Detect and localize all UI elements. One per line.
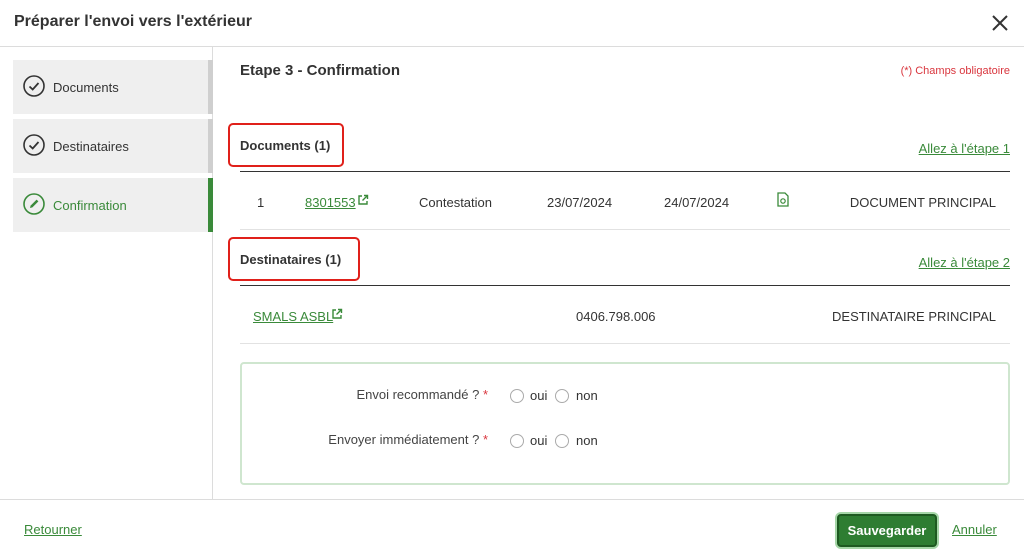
- documents-section-header: Documents (1) Allez à l'étape 1: [228, 123, 1010, 172]
- pencil-circle-icon: [23, 193, 45, 215]
- document-icon[interactable]: [777, 192, 789, 207]
- recipient-row: SMALS ASBL 0406.798.006 DESTINATAIRE PRI…: [240, 287, 1010, 344]
- save-button[interactable]: Sauvegarder: [837, 514, 937, 547]
- back-link[interactable]: Retourner: [24, 522, 82, 537]
- registered-no-label[interactable]: non: [576, 388, 598, 403]
- step-documents[interactable]: Documents: [13, 60, 213, 114]
- required-note: (*) Champs obligatoire: [900, 65, 1010, 77]
- document-date-2: 24/07/2024: [664, 195, 730, 210]
- send-now-yes-radio[interactable]: [510, 434, 524, 448]
- dialog-title: Préparer l'envoi vers l'extérieur: [14, 13, 252, 30]
- registered-mail-label: Envoi recommandé ? *: [356, 387, 488, 402]
- goto-step-1-link[interactable]: Allez à l'étape 1: [919, 141, 1010, 156]
- documents-section-title: Documents (1): [240, 138, 331, 153]
- main-content: Etape 3 - Confirmation (*) Champs obliga…: [213, 47, 1024, 499]
- send-now-label: Envoyer immédiatement ? *: [328, 432, 488, 447]
- required-star: *: [482, 432, 488, 447]
- steps-sidebar: Documents Destinataires Confirmation: [0, 47, 213, 499]
- dialog-footer: Retourner Sauvegarder Annuler: [0, 499, 1024, 559]
- step-confirmation[interactable]: Confirmation: [13, 178, 213, 232]
- step-label: Confirmation: [53, 198, 127, 213]
- external-link-icon[interactable]: [357, 194, 369, 206]
- document-reference-link[interactable]: 8301553: [305, 195, 356, 210]
- step-title: Etape 3 - Confirmation: [240, 62, 401, 79]
- close-icon: [992, 15, 1008, 31]
- step-destinataires[interactable]: Destinataires: [13, 119, 213, 173]
- recipients-section-header: Destinataires (1) Allez à l'étape 2: [228, 237, 1010, 286]
- send-now-no-radio[interactable]: [555, 434, 569, 448]
- registered-yes-radio[interactable]: [510, 389, 524, 403]
- close-button[interactable]: [988, 11, 1012, 35]
- document-role: DOCUMENT PRINCIPAL: [849, 195, 996, 210]
- registered-no-radio[interactable]: [555, 389, 569, 403]
- document-type: Contestation: [419, 195, 492, 210]
- check-circle-icon: [23, 134, 45, 156]
- cancel-link[interactable]: Annuler: [952, 522, 997, 537]
- step-label: Destinataires: [53, 139, 129, 154]
- external-link-icon[interactable]: [331, 308, 343, 320]
- document-date-1: 23/07/2024: [547, 195, 613, 210]
- goto-step-2-link[interactable]: Allez à l'étape 2: [919, 255, 1010, 270]
- registered-yes-label[interactable]: oui: [530, 388, 547, 403]
- recipients-section-title: Destinataires (1): [240, 252, 342, 267]
- document-row: 1 8301553 Contestation 23/07/2024 24/07/…: [240, 173, 1010, 230]
- check-circle-icon: [23, 75, 45, 97]
- recipient-name-link[interactable]: SMALS ASBL: [253, 309, 333, 324]
- required-star: *: [482, 387, 488, 402]
- dialog-header: Préparer l'envoi vers l'extérieur: [0, 0, 1024, 47]
- options-panel: Envoi recommandé ? * oui non Envoyer imm…: [240, 362, 1010, 485]
- document-index: 1: [257, 195, 265, 210]
- send-now-no-label[interactable]: non: [576, 433, 598, 448]
- recipient-number: 0406.798.006: [576, 309, 656, 324]
- recipient-role: DESTINATAIRE PRINCIPAL: [832, 309, 996, 324]
- send-now-yes-label[interactable]: oui: [530, 433, 547, 448]
- step-label: Documents: [53, 80, 119, 95]
